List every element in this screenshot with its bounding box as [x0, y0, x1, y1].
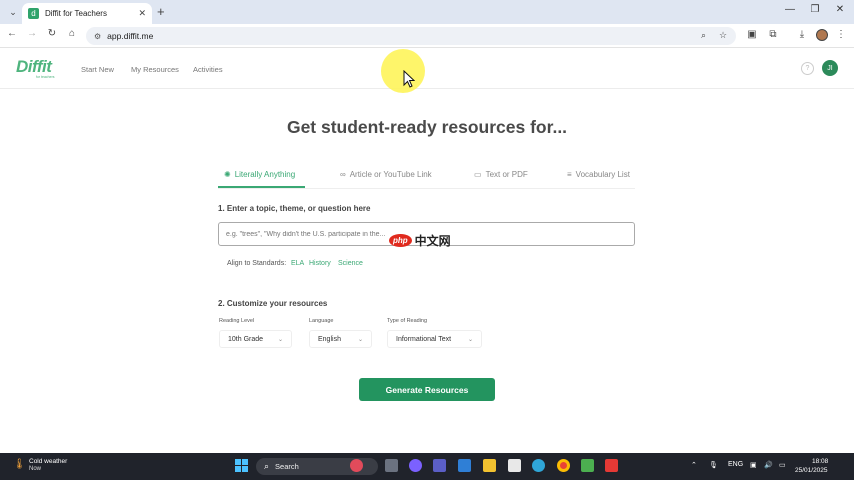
- search-icon: ⌕: [264, 461, 270, 471]
- tabs-divider: [218, 188, 635, 189]
- align-standards-label: Align to Standards:: [227, 260, 287, 267]
- zoom-icon[interactable]: ⌕: [701, 30, 706, 41]
- tab-close-icon[interactable]: ✕: [138, 8, 146, 19]
- watermark-logo: php: [389, 234, 412, 247]
- url-text: app.diffit.me: [107, 31, 154, 41]
- tab-label: Literally Anything: [234, 170, 296, 179]
- menu-dots-icon[interactable]: ⋮: [834, 29, 848, 40]
- search-highlight-icon[interactable]: [350, 459, 363, 472]
- browser-tab[interactable]: d Diffit for Teachers ✕: [22, 3, 152, 24]
- section-customize-title: 2. Customize your resources: [218, 299, 328, 308]
- sparkle-icon: ✺: [224, 170, 231, 179]
- page-headline: Get student-ready resources for...: [286, 117, 568, 137]
- red-app-icon[interactable]: [605, 459, 618, 472]
- language-label: Language: [309, 318, 334, 324]
- windows-taskbar: [0, 453, 854, 480]
- back-arrow-icon[interactable]: ←: [4, 28, 20, 39]
- copilot-icon[interactable]: [409, 459, 422, 472]
- tab-text-pdf[interactable]: ▭ Text or PDF: [474, 170, 528, 179]
- reading-level-label: Reading Level: [219, 318, 255, 324]
- diffit-favicon-icon: d: [28, 8, 39, 19]
- site-info-icon[interactable]: ⚙: [94, 32, 101, 41]
- microphone-icon[interactable]: 🎙: [709, 461, 718, 469]
- download-icon[interactable]: ⤓: [795, 29, 809, 40]
- display-icon[interactable]: ▣: [750, 461, 757, 469]
- mail-icon[interactable]: [458, 459, 471, 472]
- chevron-down-icon: ⌄: [467, 336, 473, 343]
- tab-article-link[interactable]: ∞ Article or YouTube Link: [340, 170, 432, 179]
- tab-title: Diffit for Teachers: [45, 9, 107, 18]
- select-value: 10th Grade: [228, 335, 264, 343]
- logo-subtitle: for teachers: [36, 75, 55, 79]
- reload-icon[interactable]: ↻: [44, 28, 60, 39]
- task-view-icon[interactable]: [385, 459, 398, 472]
- search-label: Search: [275, 462, 299, 471]
- tray-chevron-icon[interactable]: ⌃: [691, 461, 697, 469]
- select-value: English: [318, 335, 341, 343]
- chrome-icon[interactable]: [557, 459, 570, 472]
- diffit-logo[interactable]: Diffit: [16, 57, 52, 77]
- select-value: Informational Text: [396, 335, 452, 343]
- store-icon[interactable]: [508, 459, 521, 472]
- home-icon[interactable]: ⌂: [64, 28, 80, 39]
- header-divider: [0, 88, 854, 89]
- restore-button[interactable]: ❐: [805, 4, 825, 15]
- teams-icon[interactable]: [433, 459, 446, 472]
- volume-icon[interactable]: 🔊: [764, 461, 773, 469]
- generate-resources-button[interactable]: Generate Resources: [359, 378, 495, 401]
- list-icon: ≡: [567, 170, 572, 179]
- tab-label: Text or PDF: [485, 170, 528, 179]
- language-select[interactable]: English ⌄: [309, 330, 372, 348]
- address-bar[interactable]: ⚙ app.diffit.me: [86, 27, 736, 45]
- tab-label: Vocabulary List: [575, 170, 630, 179]
- help-icon[interactable]: ?: [801, 62, 814, 75]
- nav-my-resources[interactable]: My Resources: [131, 65, 179, 74]
- weather-title[interactable]: Cold weather: [29, 458, 67, 465]
- user-avatar[interactable]: JI: [822, 60, 838, 76]
- clock-time[interactable]: 18:08: [812, 458, 828, 465]
- nav-activities[interactable]: Activities: [193, 65, 223, 74]
- file-explorer-icon[interactable]: [483, 459, 496, 472]
- chevron-down-icon: ⌄: [277, 336, 283, 343]
- weather-thermometer-icon[interactable]: 🌡: [13, 459, 26, 470]
- tab-vocabulary-list[interactable]: ≡ Vocabulary List: [567, 170, 630, 179]
- green-app-icon[interactable]: [581, 459, 594, 472]
- mouse-cursor-icon: [403, 70, 415, 88]
- tab-literally-anything[interactable]: ✺ Literally Anything: [224, 170, 295, 179]
- window-close-button[interactable]: ✕: [830, 4, 850, 15]
- reading-type-label: Type of Reading: [387, 318, 428, 324]
- chevron-down-icon: ⌄: [357, 336, 363, 343]
- new-tab-button[interactable]: +: [157, 4, 165, 19]
- extensions-icon[interactable]: ⧉: [766, 29, 780, 40]
- standard-science[interactable]: Science: [338, 260, 363, 267]
- standard-ela[interactable]: ELA: [291, 260, 304, 267]
- language-indicator[interactable]: ENG: [728, 461, 743, 468]
- battery-icon[interactable]: ▭: [779, 461, 786, 469]
- profile-avatar[interactable]: [816, 29, 828, 41]
- active-tab-indicator: [218, 186, 305, 188]
- reading-level-select[interactable]: 10th Grade ⌄: [219, 330, 292, 348]
- standard-history[interactable]: History: [309, 260, 331, 267]
- tab-search-chevron-icon[interactable]: ⌄: [6, 5, 20, 19]
- reading-type-select[interactable]: Informational Text ⌄: [387, 330, 482, 348]
- clock-date[interactable]: 25/01/2025: [795, 467, 828, 474]
- tab-label: Article or YouTube Link: [349, 170, 432, 179]
- minimize-button[interactable]: —: [780, 4, 800, 15]
- tab-groups-icon[interactable]: ▣: [745, 29, 759, 40]
- weather-subtitle: Now: [29, 466, 42, 472]
- bookmark-star-icon[interactable]: ☆: [719, 30, 727, 41]
- php-watermark: php 中文网: [389, 232, 451, 249]
- section-topic-title: 1. Enter a topic, theme, or question her…: [218, 204, 371, 213]
- watermark-text: 中文网: [414, 234, 451, 248]
- document-icon: ▭: [474, 170, 482, 179]
- edge-icon[interactable]: [532, 459, 545, 472]
- forward-arrow-icon[interactable]: →: [24, 28, 40, 39]
- windows-start-icon[interactable]: [235, 459, 248, 472]
- link-icon: ∞: [340, 170, 346, 179]
- nav-start-new[interactable]: Start New: [81, 65, 114, 74]
